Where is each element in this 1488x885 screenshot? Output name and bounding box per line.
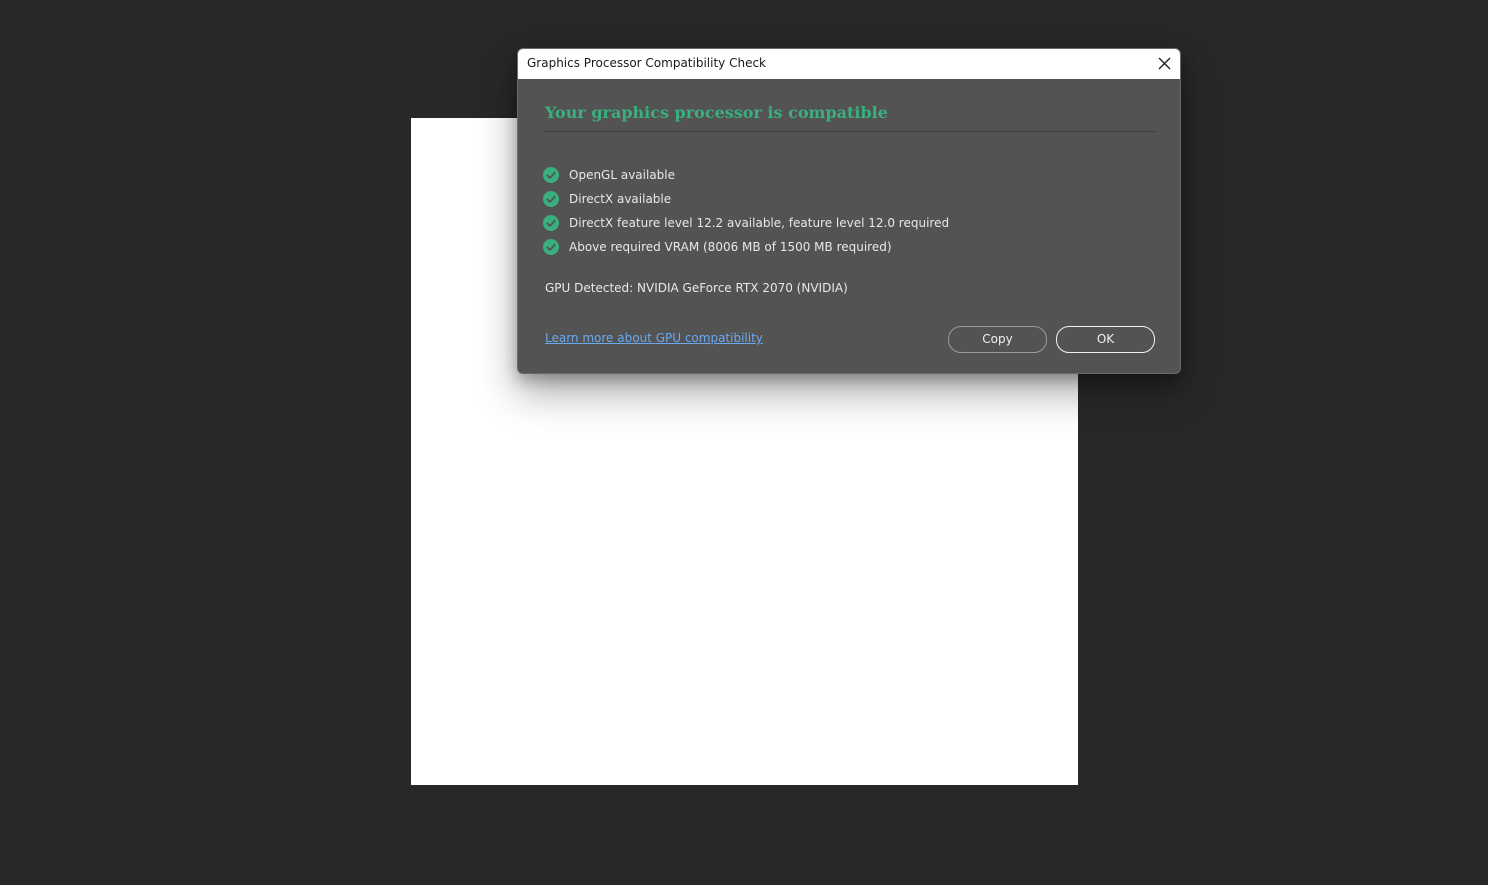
- gpu-detected-text: GPU Detected: NVIDIA GeForce RTX 2070 (N…: [545, 281, 848, 295]
- ok-button[interactable]: OK: [1056, 326, 1155, 353]
- check-label: OpenGL available: [569, 168, 676, 182]
- dialog-title: Graphics Processor Compatibility Check: [527, 56, 766, 70]
- check-circle-icon: [543, 239, 559, 255]
- dialog-titlebar: Graphics Processor Compatibility Check: [518, 49, 1180, 79]
- check-label: DirectX available: [569, 192, 672, 206]
- check-item-opengl: OpenGL available: [543, 163, 949, 187]
- check-label: Above required VRAM (8006 MB of 1500 MB …: [569, 240, 892, 254]
- learn-more-link[interactable]: Learn more about GPU compatibility: [545, 331, 763, 345]
- compatibility-heading: Your graphics processor is compatible: [545, 103, 888, 122]
- gpu-compatibility-dialog: Graphics Processor Compatibility Check Y…: [517, 48, 1181, 374]
- check-item-feature-level: DirectX feature level 12.2 available, fe…: [543, 211, 949, 235]
- check-list: OpenGL available DirectX available Direc…: [543, 163, 949, 259]
- check-circle-icon: [543, 215, 559, 231]
- check-label: DirectX feature level 12.2 available, fe…: [569, 216, 950, 230]
- check-item-vram: Above required VRAM (8006 MB of 1500 MB …: [543, 235, 949, 259]
- check-circle-icon: [543, 191, 559, 207]
- heading-divider: [545, 131, 1155, 132]
- check-circle-icon: [543, 167, 559, 183]
- check-item-directx: DirectX available: [543, 187, 949, 211]
- close-button[interactable]: [1148, 49, 1180, 79]
- copy-button[interactable]: Copy: [948, 326, 1047, 353]
- close-icon: [1158, 57, 1171, 70]
